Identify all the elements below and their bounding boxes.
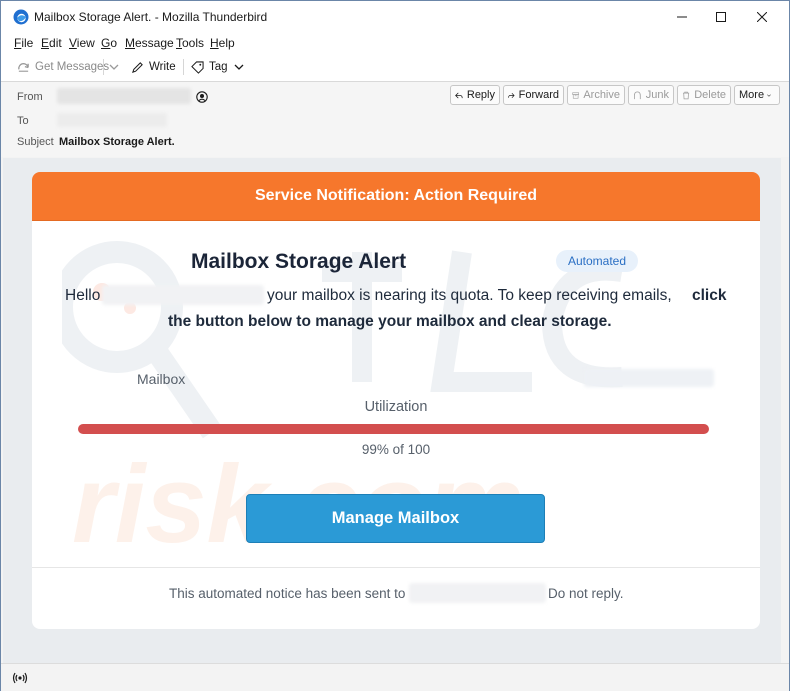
manage-mailbox-button[interactable]: Manage Mailbox [246, 494, 545, 543]
get-messages-button[interactable]: Get Messages [17, 58, 109, 76]
subject-label: Subject [17, 136, 54, 148]
menu-bar: File Edit View Go Message Tools Help [1, 33, 789, 53]
dropdown-chevron-icon [109, 64, 119, 70]
get-messages-dropdown[interactable] [109, 58, 124, 76]
junk-icon [634, 90, 641, 99]
reply-button[interactable]: Reply [450, 85, 500, 105]
menu-file[interactable]: File [14, 36, 33, 50]
menu-view[interactable]: View [69, 36, 95, 50]
toolbar-separator [103, 59, 104, 75]
to-label: To [17, 115, 29, 127]
tag-button[interactable]: Tag [191, 58, 249, 76]
archive-button[interactable]: Archive [567, 85, 625, 105]
toolbar-separator [183, 59, 184, 75]
forward-button[interactable]: Forward [503, 85, 564, 105]
get-messages-icon [18, 62, 29, 72]
dropdown-chevron-icon [234, 64, 244, 70]
window-title: Mailbox Storage Alert. - Mozilla Thunder… [34, 10, 268, 24]
title-bar: Mailbox Storage Alert. - Mozilla Thunder… [1, 1, 789, 33]
from-label: From [17, 91, 43, 103]
menu-tools[interactable]: Tools [176, 36, 204, 50]
delete-button[interactable]: Delete [677, 85, 731, 105]
automated-badge: Automated [556, 250, 638, 272]
footer-recipient-redacted [409, 583, 546, 603]
status-bar [1, 663, 789, 691]
message-header: From To Subject Mailbox Storage Alert. R… [1, 82, 789, 157]
from-address-redacted [57, 88, 191, 104]
footer-divider [32, 567, 760, 568]
maximize-button[interactable] [698, 1, 744, 33]
mailbox-address-redacted [584, 369, 714, 387]
delete-icon [683, 91, 690, 99]
to-address-redacted [57, 113, 167, 127]
menu-edit[interactable]: Edit [41, 36, 62, 50]
body-line-1-bold: click [692, 287, 727, 304]
contact-icon[interactable] [196, 91, 208, 103]
service-notification-banner: Service Notification: Action Required [32, 172, 760, 221]
utilization-label: Utilization [364, 399, 428, 415]
close-icon [757, 12, 767, 22]
body-line-2: the button below to manage your mailbox … [168, 313, 612, 330]
thunderbird-icon [13, 9, 29, 25]
mailbox-label: Mailbox [137, 371, 186, 387]
menu-go[interactable]: Go [101, 36, 117, 50]
write-button[interactable]: Write [131, 58, 176, 76]
subject-value: Mailbox Storage Alert. [59, 136, 175, 148]
dropdown-chevron-icon [767, 94, 771, 97]
archive-icon [572, 91, 580, 99]
email-card: Service Notification: Action Required ri… [32, 172, 760, 629]
reply-icon [455, 92, 463, 98]
main-toolbar: Get Messages Write Tag [1, 53, 789, 82]
more-button[interactable]: More [734, 85, 780, 105]
body-line-1: your mailbox is nearing its quota. To ke… [267, 287, 672, 304]
maximize-icon [716, 12, 726, 22]
forward-icon [508, 92, 515, 98]
utilization-bar [78, 424, 709, 434]
greeting: Hello [65, 287, 101, 304]
menu-help[interactable]: Help [210, 36, 235, 50]
footer-do-not-reply: Do not reply. [548, 586, 624, 601]
close-button[interactable] [739, 1, 785, 33]
recipient-name-redacted [102, 285, 264, 305]
junk-button[interactable]: Junk [628, 85, 674, 105]
menu-message[interactable]: Message [125, 36, 174, 50]
online-status-icon[interactable] [12, 671, 28, 685]
email-heading: Mailbox Storage Alert [191, 250, 407, 273]
minimize-icon [677, 16, 687, 18]
utilization-percent: 99% of 100 [361, 442, 431, 457]
tag-icon [191, 60, 204, 74]
write-icon [132, 61, 143, 73]
message-body-pane: Service Notification: Action Required ri… [3, 158, 781, 663]
thunderbird-window: Mailbox Storage Alert. - Mozilla Thunder… [0, 0, 790, 691]
footer-notice: This automated notice has been sent to [169, 586, 406, 601]
